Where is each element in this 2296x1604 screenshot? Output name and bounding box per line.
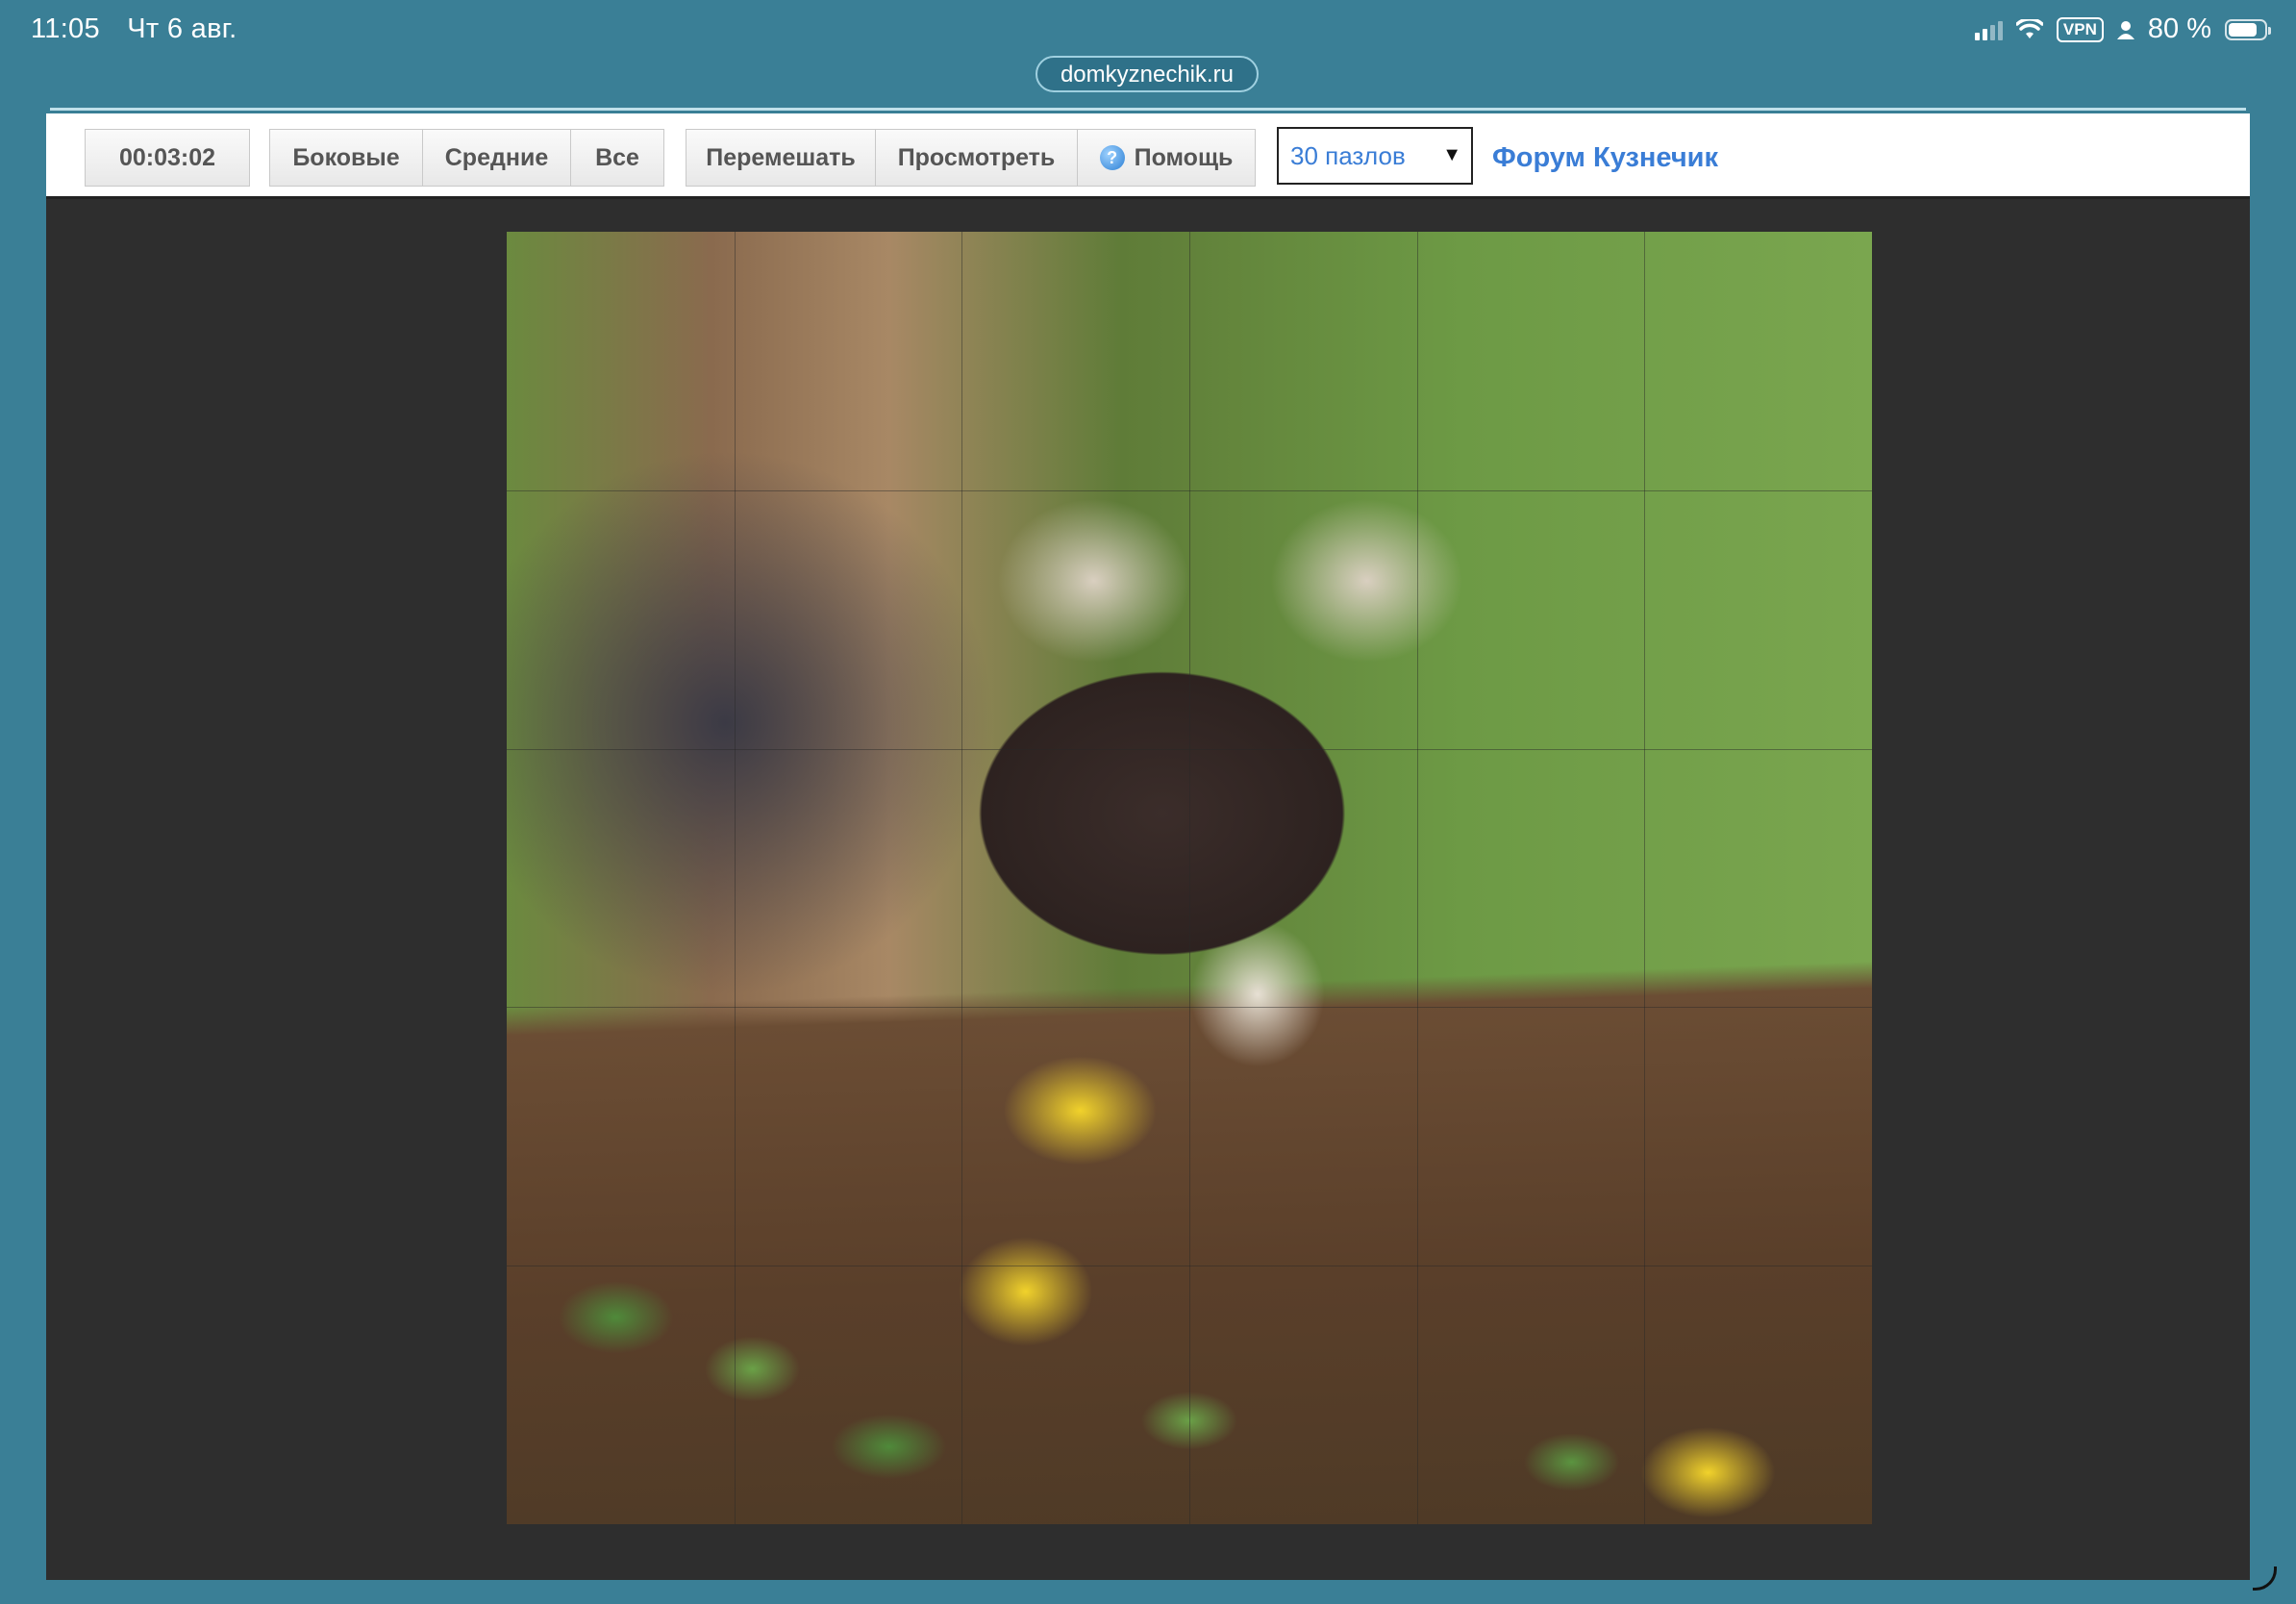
puzzle-toolbar: 00:03:02 Боковые Средние Все Перемешать … xyxy=(46,113,2250,199)
loading-spinner-icon xyxy=(2253,1566,2277,1591)
middle-button[interactable]: Средние xyxy=(422,129,571,187)
grid-line-horizontal xyxy=(507,748,1872,750)
puzzle-foliage xyxy=(507,1007,1872,1524)
person-icon xyxy=(2116,20,2134,39)
help-label: Помощь xyxy=(1134,143,1234,171)
url-bar[interactable]: domkyznechik.ru xyxy=(1036,56,1259,92)
browser-divider xyxy=(50,108,2246,111)
dropdown-caret-icon: ▼ xyxy=(1442,144,1461,165)
battery-icon xyxy=(2225,18,2271,40)
vpn-badge: VPN xyxy=(2056,16,2104,42)
grid-line-horizontal xyxy=(507,489,1872,491)
battery-percent: 80 % xyxy=(2147,13,2211,44)
all-button[interactable]: Все xyxy=(570,129,664,187)
help-icon: ? xyxy=(1099,145,1125,170)
status-time: 11:05 xyxy=(31,13,100,44)
forum-link[interactable]: Форум Кузнечик xyxy=(1492,142,1718,174)
pieces-select[interactable]: 30 пазлов ▼ xyxy=(1277,127,1473,185)
puzzle-board xyxy=(46,199,2250,1580)
sides-button[interactable]: Боковые xyxy=(269,129,423,187)
timer-display: 00:03:02 xyxy=(85,129,250,187)
shuffle-button[interactable]: Перемешать xyxy=(686,129,876,187)
pieces-select-value: 30 пазлов xyxy=(1290,140,1406,170)
status-bar: 11:05 Чт 6 авг. VPN 80 % xyxy=(0,0,2296,62)
preview-button[interactable]: Просмотреть xyxy=(875,129,1078,187)
raccoon-puzzle-image[interactable] xyxy=(507,232,1872,1524)
wifi-icon xyxy=(2015,18,2043,38)
status-date: Чт 6 авг. xyxy=(127,13,237,44)
cellular-signal-icon xyxy=(1974,19,2003,40)
battery-fill xyxy=(2229,22,2257,37)
help-button[interactable]: ? Помощь xyxy=(1077,129,1256,187)
